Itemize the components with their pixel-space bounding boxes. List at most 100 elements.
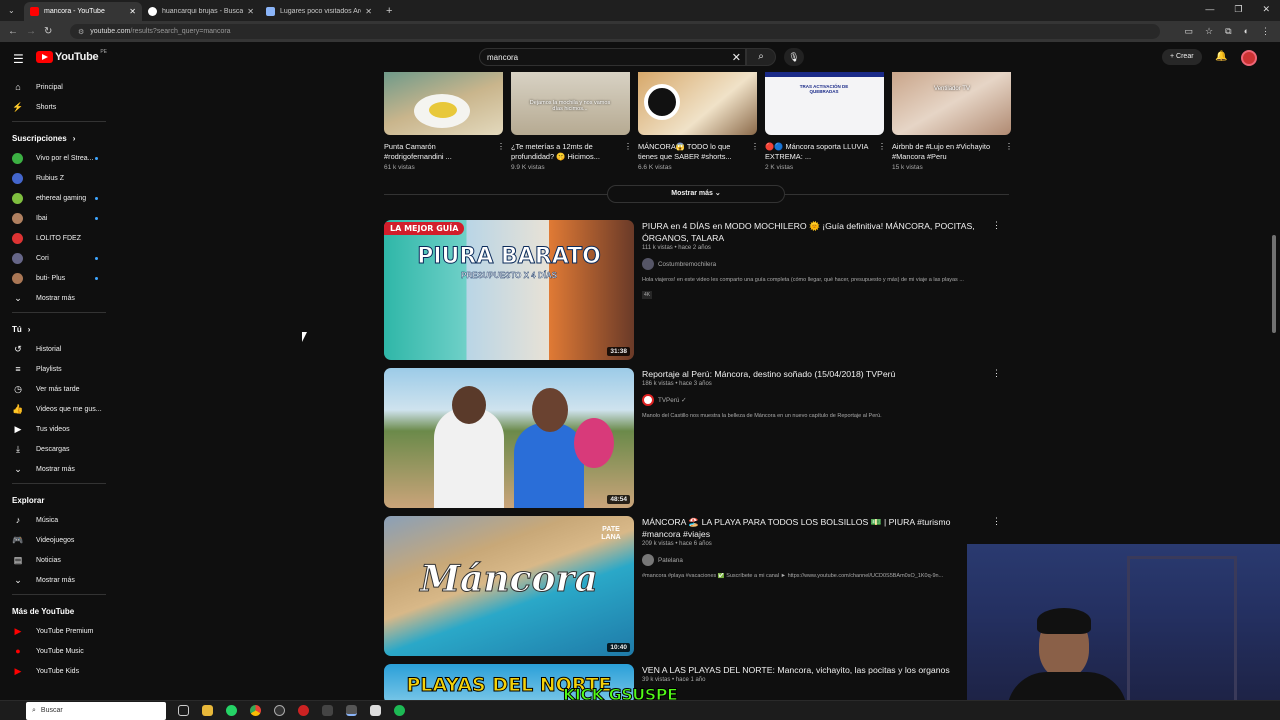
sidebar-sub-item[interactable]: Vivo por el Strea... (0, 148, 118, 168)
subscriptions-heading[interactable]: Suscripciones › (0, 128, 118, 148)
sidebar-item-watch-later[interactable]: ◷ Ver más tarde (0, 379, 118, 399)
search-input[interactable]: mancora ✕ (479, 48, 746, 66)
more-options-icon[interactable]: ⋮ (878, 142, 886, 152)
short-thumbnail[interactable] (384, 72, 503, 135)
short-card[interactable]: Dejamos la mochila y nos vamos días hici… (511, 72, 632, 171)
more-options-icon[interactable]: ⋮ (992, 220, 1001, 231)
short-title[interactable]: MÁNCORA😱 TODO lo que tienes que SABER #s… (638, 142, 759, 163)
sidebar-item-music-app[interactable]: ● YouTube Music (0, 641, 118, 661)
more-options-icon[interactable]: ⋮ (1005, 142, 1013, 152)
video-title[interactable]: PIURA en 4 DÍAS en MODO MOCHILERO 🌞 ¡Guí… (642, 220, 987, 244)
tab-list-icon[interactable]: ⌄ (8, 6, 18, 15)
create-button[interactable]: + Crear (1162, 49, 1202, 65)
obs-icon[interactable] (274, 705, 285, 716)
sidebar-item-games[interactable]: 🎮 Videojuegos (0, 530, 118, 550)
tab-lugares[interactable]: Lugares poco visitados Arequip ✕ (260, 2, 378, 21)
close-tab-icon[interactable]: ✕ (365, 7, 372, 16)
sidebar-item-kids[interactable]: ▶ YouTube Kids (0, 661, 118, 681)
minimize-icon[interactable]: — (1205, 4, 1214, 15)
short-card[interactable]: MÁNCORA😱 TODO lo que tienes que SABER #s… (638, 72, 759, 171)
url-field[interactable]: ⚙ youtube.com/results?search_query=manco… (70, 24, 1160, 39)
bookmark-star-icon[interactable]: ☆ (1205, 26, 1213, 37)
sidebar-item-principal[interactable]: ⌂ Principal (0, 77, 118, 97)
new-tab-icon[interactable]: + (386, 5, 392, 17)
sidebar-sub-item[interactable]: LOLITO FDEZ (0, 228, 118, 248)
sidebar-item-downloads[interactable]: ⤓ Descargas (0, 439, 118, 459)
voice-search-button[interactable]: 🎙 (784, 48, 804, 66)
maximize-icon[interactable]: ❐ (1234, 4, 1242, 15)
sidebar-item-news[interactable]: ▤ Noticias (0, 550, 118, 570)
reload-icon[interactable]: ↻ (44, 26, 54, 37)
sidebar-item-playlists[interactable]: ≡ Playlists (0, 359, 118, 379)
back-icon[interactable]: ← (8, 26, 18, 37)
short-card[interactable]: Punta Camarón #rodrigofernandini ... ⋮ 61… (384, 72, 505, 171)
chrome-icon[interactable] (250, 705, 261, 716)
video-thumbnail[interactable]: 48:54 (384, 368, 634, 508)
video-result[interactable]: Máncora PATE LANA 10:40 MÁNCORA 🏖️ LA PL… (384, 516, 1009, 657)
short-thumbnail[interactable]: Ventilador TV (892, 72, 1011, 135)
short-card[interactable]: Ventilador TV Airbnb de #Lujo en #Vichay… (892, 72, 1013, 171)
terminal-icon[interactable] (322, 705, 333, 716)
sidebar-sub-item[interactable]: Cori (0, 248, 118, 268)
search-button[interactable]: ⌕ (746, 48, 776, 66)
channel-link[interactable]: TVPerú ✓ (642, 394, 987, 406)
sidebar-show-more[interactable]: ⌄ Mostrar más (0, 288, 118, 308)
close-tab-icon[interactable]: ✕ (129, 7, 136, 16)
short-card[interactable]: TRAS ACTIVACIÓN DE QUEBRADAS 🔴🔵 Máncora … (765, 72, 886, 171)
tab-youtube[interactable]: mancora - YouTube ✕ (24, 2, 142, 21)
short-thumbnail[interactable]: TRAS ACTIVACIÓN DE QUEBRADAS (765, 72, 884, 135)
sidebar-show-more[interactable]: ⌄ Mostrar más (0, 570, 118, 590)
sidebar-sub-item[interactable]: Ibai (0, 208, 118, 228)
menu-dots-icon[interactable]: ⋮ (1261, 26, 1270, 37)
video-result[interactable]: PLAYAS DEL NORTE VEN A LAS PLAYAS DEL NO… (384, 664, 1009, 700)
more-options-icon[interactable]: ⋮ (992, 516, 1001, 527)
whatsapp-icon[interactable] (226, 705, 237, 716)
more-options-icon[interactable]: ⋮ (751, 142, 759, 152)
sidebar-item-historial[interactable]: ↺ Historial (0, 339, 118, 359)
video-result[interactable]: 48:54 Reportaje al Perú: Máncora, destin… (384, 368, 1009, 509)
short-title[interactable]: Punta Camarón #rodrigofernandini ... ⋮ (384, 142, 505, 163)
extensions-icon[interactable]: ⧉ (1225, 26, 1231, 37)
youtube-logo[interactable]: YouTube PE (36, 49, 107, 63)
sidebar-item-premium[interactable]: ▶ YouTube Premium (0, 621, 118, 641)
short-title[interactable]: 🔴🔵 Máncora soporta LLUVIA EXTREMA: ... ⋮ (765, 142, 886, 163)
notifications-bell-icon[interactable]: 🔔 (1215, 51, 1227, 62)
video-thumbnail[interactable]: Máncora PATE LANA 10:40 (384, 516, 634, 656)
clear-search-icon[interactable]: ✕ (732, 51, 741, 64)
short-title[interactable]: Airbnb de #Lujo en #Vichayito #Mancora #… (892, 142, 1013, 163)
page-scrollbar[interactable] (1272, 235, 1276, 333)
video-thumbnail[interactable]: LA MEJOR GUÍA PIURA BARATO PRESUPUESTO X… (384, 220, 634, 360)
video-title[interactable]: MÁNCORA 🏖️ LA PLAYA PARA TODOS LOS BOLSI… (642, 516, 987, 540)
sidebar-show-more[interactable]: ⌄ Mostrar más (0, 459, 118, 479)
you-heading[interactable]: Tú › (0, 319, 118, 339)
taskbar-search[interactable]: ⌕ Buscar (26, 701, 166, 720)
avatar[interactable] (1241, 50, 1257, 66)
channel-link[interactable]: Costumbremochilera (642, 258, 987, 270)
sidebar-item-shorts[interactable]: ⚡ Shorts (0, 97, 118, 117)
spotify-icon[interactable] (394, 705, 405, 716)
profile-icon[interactable]: ◐ (1244, 26, 1249, 37)
app-red-icon[interactable] (298, 705, 309, 716)
show-more-button[interactable]: Mostrar más ⌄ (607, 185, 785, 203)
more-options-icon[interactable]: ⋮ (497, 142, 505, 152)
cast-icon[interactable]: ▭ (1185, 26, 1194, 37)
short-thumbnail[interactable] (638, 72, 757, 135)
sidebar-sub-item[interactable]: ethereal gaming (0, 188, 118, 208)
short-title[interactable]: ¿Te meterías a 12mts de profundidad? 🤫 H… (511, 142, 632, 163)
video-title[interactable]: Reportaje al Perú: Máncora, destino soña… (642, 368, 987, 380)
chrome-active-icon[interactable] (346, 705, 357, 716)
tab-google[interactable]: huancarqui brujas - Buscar con ✕ (142, 2, 260, 21)
sidebar-item-music[interactable]: ♪ Música (0, 510, 118, 530)
sidebar-sub-item[interactable]: Rubius Z (0, 168, 118, 188)
forward-icon[interactable]: → (26, 26, 36, 37)
more-options-icon[interactable]: ⋮ (624, 142, 632, 152)
hamburger-menu-icon[interactable]: ☰ (13, 52, 24, 66)
video-result[interactable]: LA MEJOR GUÍA PIURA BARATO PRESUPUESTO X… (384, 220, 1009, 361)
task-view-icon[interactable] (178, 705, 189, 716)
close-window-icon[interactable]: ✕ (1262, 4, 1270, 15)
close-tab-icon[interactable]: ✕ (247, 7, 254, 16)
file-explorer-icon[interactable] (202, 705, 213, 716)
app-icon[interactable] (370, 705, 381, 716)
short-thumbnail[interactable]: Dejamos la mochila y nos vamos días hici… (511, 72, 630, 135)
channel-link[interactable]: Patelana (642, 554, 987, 566)
